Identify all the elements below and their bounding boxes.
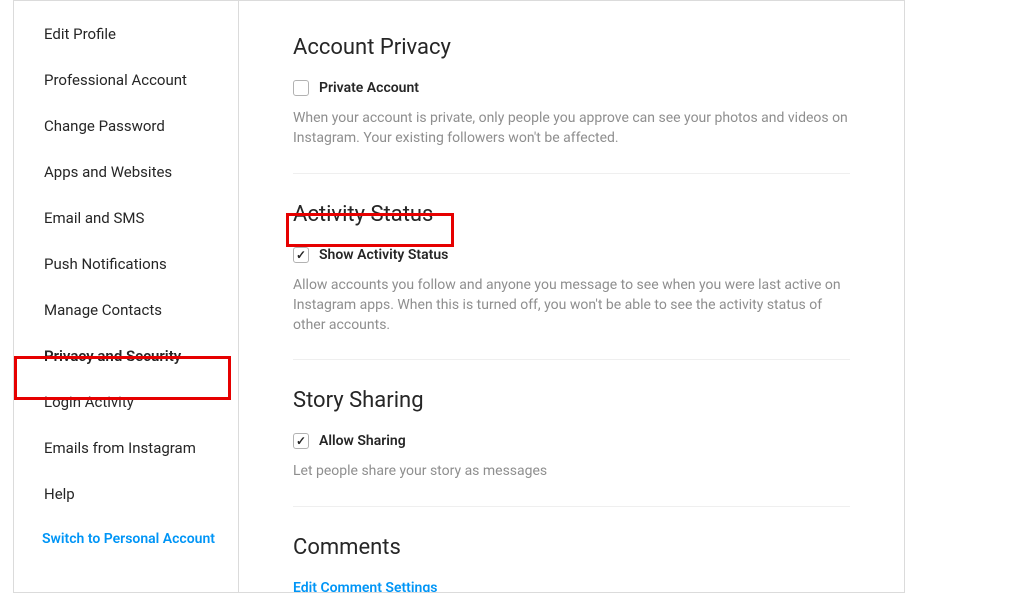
sidebar-item-label: Manage Contacts — [44, 301, 162, 319]
sidebar-item-emails-from-instagram[interactable]: Emails from Instagram — [14, 425, 238, 471]
section-title: Account Privacy — [293, 35, 850, 60]
sidebar-item-label: Change Password — [44, 117, 165, 135]
section-title: Comments — [293, 535, 850, 560]
sidebar-item-edit-profile[interactable]: Edit Profile — [14, 11, 238, 57]
sidebar-item-label: Apps and Websites — [44, 163, 172, 181]
sidebar-item-professional-account[interactable]: Professional Account — [14, 57, 238, 103]
activity-status-help: Allow accounts you follow and anyone you… — [293, 275, 850, 336]
sidebar-item-help[interactable]: Help — [14, 471, 238, 517]
show-activity-status-checkbox[interactable] — [293, 247, 309, 263]
story-sharing-help: Let people share your story as messages — [293, 461, 850, 481]
private-account-checkbox[interactable] — [293, 80, 309, 96]
sidebar-item-label: Help — [44, 485, 75, 503]
switch-to-personal-account-link[interactable]: Switch to Personal Account — [14, 517, 238, 561]
sidebar-item-label: Edit Profile — [44, 25, 116, 43]
sidebar-item-label: Privacy and Security — [44, 347, 181, 365]
sidebar-link-label: Switch to Personal Account — [42, 531, 215, 547]
settings-sidebar: Edit Profile Professional Account Change… — [14, 1, 239, 592]
section-story-sharing: Story Sharing Allow Sharing Let people s… — [293, 388, 850, 506]
private-account-help: When your account is private, only peopl… — [293, 108, 850, 149]
sidebar-item-label: Professional Account — [44, 71, 187, 89]
link-label: Edit Comment Settings — [293, 580, 438, 592]
sidebar-item-manage-contacts[interactable]: Manage Contacts — [14, 287, 238, 333]
show-activity-status-label: Show Activity Status — [319, 247, 448, 263]
section-account-privacy: Account Privacy Private Account When you… — [293, 35, 850, 174]
sidebar-item-label: Email and SMS — [44, 209, 144, 227]
sidebar-item-label: Login Activity — [44, 393, 134, 411]
sidebar-item-email-and-sms[interactable]: Email and SMS — [14, 195, 238, 241]
private-account-label: Private Account — [319, 80, 419, 96]
sidebar-item-label: Push Notifications — [44, 255, 167, 273]
sidebar-item-privacy-and-security[interactable]: Privacy and Security — [14, 333, 238, 379]
edit-comment-settings-link[interactable]: Edit Comment Settings — [293, 580, 850, 592]
sidebar-item-change-password[interactable]: Change Password — [14, 103, 238, 149]
sidebar-item-apps-and-websites[interactable]: Apps and Websites — [14, 149, 238, 195]
section-title: Story Sharing — [293, 388, 850, 413]
section-title: Activity Status — [293, 202, 850, 227]
section-comments: Comments Edit Comment Settings — [293, 535, 850, 592]
allow-sharing-label: Allow Sharing — [319, 433, 406, 449]
sidebar-item-label: Emails from Instagram — [44, 439, 196, 457]
allow-sharing-checkbox[interactable] — [293, 433, 309, 449]
settings-content: Account Privacy Private Account When you… — [239, 1, 904, 592]
section-activity-status: Activity Status Show Activity Status All… — [293, 202, 850, 361]
sidebar-item-login-activity[interactable]: Login Activity — [14, 379, 238, 425]
sidebar-item-push-notifications[interactable]: Push Notifications — [14, 241, 238, 287]
